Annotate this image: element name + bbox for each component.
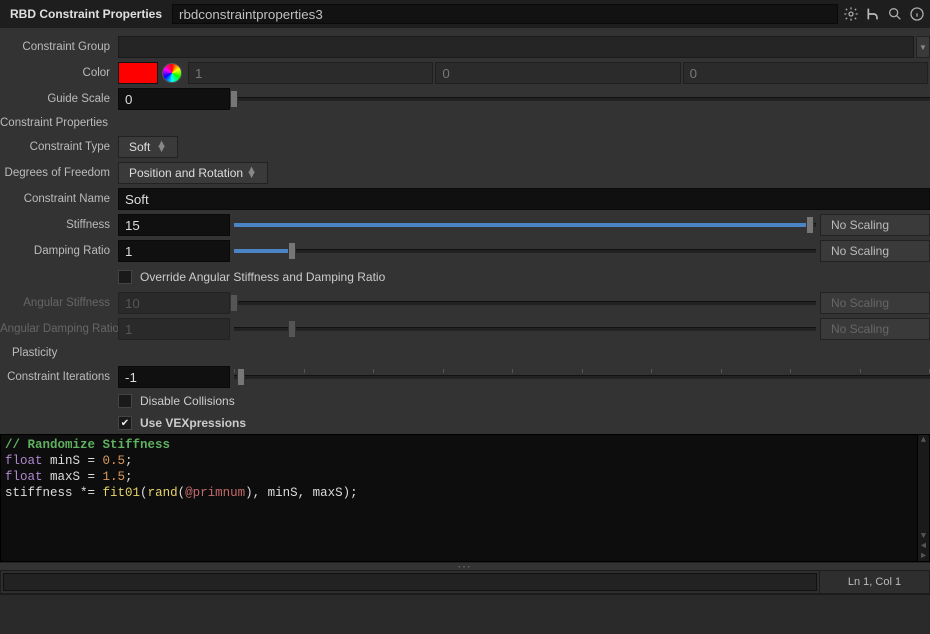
updown-icon: ▲▼ xyxy=(156,142,167,152)
color-r-input[interactable] xyxy=(188,62,433,84)
resize-grip[interactable] xyxy=(0,562,930,570)
gear-icon[interactable] xyxy=(842,5,860,23)
constraint-name-input[interactable] xyxy=(118,188,930,210)
angular-damping-ratio-label: Angular Damping Ratio xyxy=(0,323,118,335)
node-type-title: RBD Constraint Properties xyxy=(4,7,168,21)
damping-ratio-label: Damping Ratio xyxy=(0,245,118,257)
constraint-type-label: Constraint Type xyxy=(0,141,118,153)
color-picker-icon[interactable] xyxy=(162,63,182,83)
color-b-input[interactable] xyxy=(683,62,928,84)
angular-damping-ratio-slider xyxy=(234,318,816,340)
stiffness-scaling-button[interactable]: No Scaling xyxy=(820,214,930,236)
houdini-icon[interactable] xyxy=(864,5,882,23)
constraint-iterations-slider[interactable] xyxy=(234,366,930,388)
use-vexpressions-checkbox[interactable] xyxy=(118,416,132,430)
code-scrollbar[interactable]: ▲ ▼ ◄ ► xyxy=(917,435,929,561)
disable-collisions-checkbox[interactable] xyxy=(118,394,132,408)
angular-stiffness-label: Angular Stiffness xyxy=(0,297,118,309)
angular-stiffness-input xyxy=(118,292,230,314)
line-col-indicator: Ln 1, Col 1 xyxy=(819,571,929,593)
use-vexpressions-label: Use VEXpressions xyxy=(140,416,246,430)
stiffness-label: Stiffness xyxy=(0,219,118,231)
guide-scale-slider[interactable] xyxy=(234,88,930,110)
stiffness-input[interactable] xyxy=(118,214,230,236)
scroll-right-icon[interactable]: ► xyxy=(921,551,926,561)
constraint-type-dropdown[interactable]: Soft ▲▼ xyxy=(118,136,178,158)
color-swatch[interactable] xyxy=(118,62,158,84)
node-name-field[interactable] xyxy=(172,4,838,24)
damping-ratio-slider[interactable] xyxy=(234,240,816,262)
damping-ratio-input[interactable] xyxy=(118,240,230,262)
updown-icon: ▲▼ xyxy=(246,168,257,178)
search-icon[interactable] xyxy=(886,5,904,23)
guide-scale-input[interactable] xyxy=(118,88,230,110)
angular-stiffness-slider xyxy=(234,292,816,314)
constraint-iterations-input[interactable] xyxy=(118,366,230,388)
override-angular-checkbox[interactable] xyxy=(118,270,132,284)
color-g-input[interactable] xyxy=(435,62,680,84)
scroll-left-icon[interactable]: ◄ xyxy=(921,541,926,551)
plasticity-section: Plasticity xyxy=(12,347,57,359)
constraint-group-input[interactable] xyxy=(118,36,914,58)
degrees-of-freedom-dropdown[interactable]: Position and Rotation ▲▼ xyxy=(118,162,268,184)
constraint-name-label: Constraint Name xyxy=(0,193,118,205)
scroll-down-icon[interactable]: ▼ xyxy=(921,531,926,541)
status-field[interactable] xyxy=(3,573,817,591)
scroll-up-icon[interactable]: ▲ xyxy=(921,435,926,445)
color-label: Color xyxy=(0,67,118,79)
info-icon[interactable] xyxy=(908,5,926,23)
vexpression-editor[interactable]: // Randomize Stiffness float minS = 0.5;… xyxy=(0,434,930,562)
constraint-type-value: Soft xyxy=(129,140,150,154)
override-angular-label: Override Angular Stiffness and Damping R… xyxy=(140,270,385,284)
constraint-properties-section: Constraint Properties xyxy=(0,117,108,129)
guide-scale-label: Guide Scale xyxy=(0,93,118,105)
footer-area xyxy=(0,594,930,634)
degrees-of-freedom-value: Position and Rotation xyxy=(129,166,243,180)
constraint-group-menu-button[interactable]: ▼ xyxy=(916,36,930,58)
angular-stiffness-scaling-button: No Scaling xyxy=(820,292,930,314)
disable-collisions-label: Disable Collisions xyxy=(140,394,235,408)
damping-ratio-scaling-button[interactable]: No Scaling xyxy=(820,240,930,262)
stiffness-slider[interactable] xyxy=(234,214,816,236)
angular-damping-ratio-scaling-button: No Scaling xyxy=(820,318,930,340)
constraint-iterations-label: Constraint Iterations xyxy=(0,371,118,383)
degrees-of-freedom-label: Degrees of Freedom xyxy=(0,167,118,179)
angular-damping-ratio-input xyxy=(118,318,230,340)
constraint-group-label: Constraint Group xyxy=(0,41,118,53)
